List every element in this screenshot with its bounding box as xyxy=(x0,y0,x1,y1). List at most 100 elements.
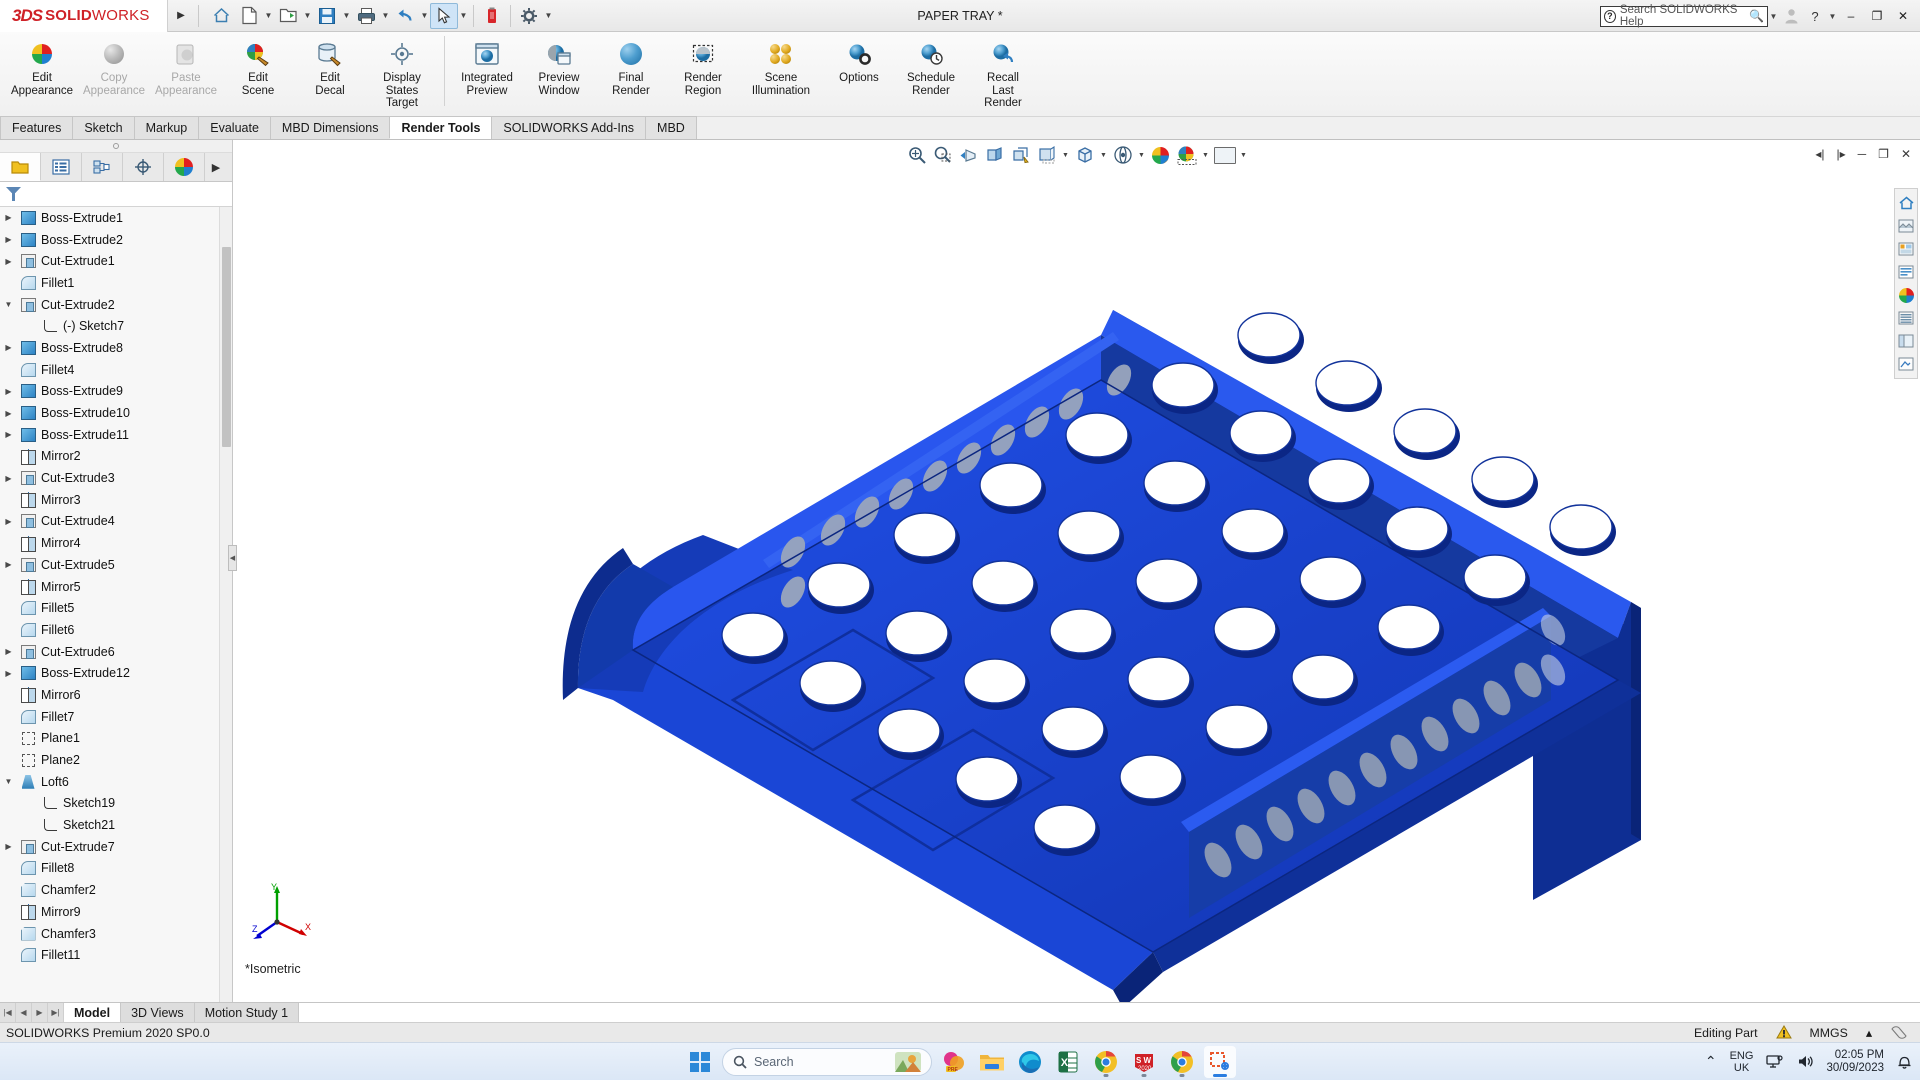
feature-tree-item[interactable]: ▶ Boss-Extrude10 xyxy=(0,402,232,424)
command-tab-solidworks-add-ins[interactable]: SOLIDWORKS Add-Ins xyxy=(491,116,647,139)
feature-tree-item[interactable]: ▶ Cut-Extrude3 xyxy=(0,467,232,489)
feature-tree-item[interactable]: Mirror5 xyxy=(0,576,232,598)
command-tab-sketch[interactable]: Sketch xyxy=(72,116,135,139)
configuration-manager-tab[interactable] xyxy=(82,153,123,181)
feature-tree-scrollbar[interactable] xyxy=(219,207,232,1002)
units-label[interactable]: MMGS xyxy=(1810,1026,1848,1040)
command-tab-mbd[interactable]: MBD xyxy=(645,116,697,139)
ribbon-button-copy-appearance[interactable]: Copy Appearance xyxy=(78,32,150,97)
prev-tab-button[interactable]: ◀ xyxy=(16,1003,32,1022)
units-dropdown-icon[interactable]: ▴ xyxy=(1866,1026,1872,1040)
tree-tabs-overflow-icon[interactable]: ▶ xyxy=(205,153,227,181)
feature-tree-item[interactable]: Chamfer3 xyxy=(0,923,232,945)
help-search-input[interactable]: ? Search SOLIDWORKS Help 🔍 xyxy=(1600,4,1768,28)
feature-tree-item[interactable]: Sketch21 xyxy=(0,814,232,836)
feature-tree-item[interactable]: Fillet8 xyxy=(0,858,232,880)
command-tab-markup[interactable]: Markup xyxy=(133,116,200,139)
expand-arrow-icon[interactable]: ▶ xyxy=(0,257,17,266)
options-gear-icon[interactable] xyxy=(515,3,543,29)
feature-tree-item[interactable]: ▶ Boss-Extrude9 xyxy=(0,381,232,403)
paper-tray-3d-model[interactable] xyxy=(233,140,1920,1002)
taskbar-app-microsoft-edge[interactable] xyxy=(1014,1046,1046,1078)
feature-tree-item[interactable]: ▶ Boss-Extrude11 xyxy=(0,424,232,446)
ribbon-button-schedule-render[interactable]: Schedule Render xyxy=(895,32,967,97)
next-tab-button[interactable]: ▶ xyxy=(32,1003,48,1022)
expand-arrow-icon[interactable]: ▶ xyxy=(0,430,17,439)
graphics-area[interactable]: ▼ ▼ ▼ ▼ ▼ ◂| |▸ ─ ❐ ✕ Y X Z *Isometric xyxy=(233,140,1920,1002)
taskbar-app-excel[interactable]: X xyxy=(1052,1046,1084,1078)
feature-tree-item[interactable]: Mirror2 xyxy=(0,446,232,468)
taskbar-app-file-explorer[interactable] xyxy=(976,1046,1008,1078)
command-tab-evaluate[interactable]: Evaluate xyxy=(198,116,271,139)
expand-arrow-icon[interactable]: ▶ xyxy=(0,409,17,418)
expand-arrow-icon[interactable]: ▶ xyxy=(0,474,17,483)
restore-button[interactable]: ❐ xyxy=(1864,2,1890,30)
help-search-dropdown-icon[interactable]: ▼ xyxy=(1768,3,1779,29)
command-tab-mbd-dimensions[interactable]: MBD Dimensions xyxy=(269,116,391,139)
new-document-dropdown-icon[interactable]: ▼ xyxy=(263,3,274,29)
expand-arrow-icon[interactable]: ▶ xyxy=(0,842,17,851)
volume-icon[interactable] xyxy=(1797,1054,1814,1069)
scrollbar-thumb[interactable] xyxy=(222,247,231,447)
feature-tree-item[interactable]: ▶ Cut-Extrude7 xyxy=(0,836,232,858)
help-icon[interactable]: ? xyxy=(1803,3,1827,29)
feature-tree-item[interactable]: ▶ Cut-Extrude6 xyxy=(0,641,232,663)
feature-tree-item[interactable]: ▶ Boss-Extrude12 xyxy=(0,662,232,684)
ribbon-button-render-options[interactable]: Options xyxy=(823,32,895,85)
ribbon-button-display-states-target[interactable]: Display States Target xyxy=(366,32,438,110)
save-icon[interactable] xyxy=(313,3,341,29)
solidworks-logo[interactable]: 3DS SOLIDWORKS xyxy=(0,0,168,32)
feature-tree-filter[interactable] xyxy=(0,182,232,207)
new-document-icon[interactable] xyxy=(235,3,263,29)
notifications-bell-icon[interactable] xyxy=(1897,1054,1912,1070)
feature-tree-item[interactable]: ▶ Boss-Extrude8 xyxy=(0,337,232,359)
feature-tree-item[interactable]: (-) Sketch7 xyxy=(0,315,232,337)
taskbar-app-solidworks-2020[interactable]: S W 2020 xyxy=(1128,1046,1160,1078)
ribbon-button-recall-last-render[interactable]: Recall Last Render xyxy=(967,32,1039,110)
expand-arrow-icon[interactable]: ▶ xyxy=(0,560,17,569)
close-button[interactable]: ✕ xyxy=(1890,2,1916,30)
feature-tree-item[interactable]: Plane2 xyxy=(0,749,232,771)
tab-3d-views[interactable]: 3D Views xyxy=(121,1003,195,1022)
taskbar-app-photos[interactable]: PRE xyxy=(938,1046,970,1078)
expand-arrow-icon[interactable]: ▶ xyxy=(0,647,17,656)
feature-tree-item[interactable]: ▶ Cut-Extrude5 xyxy=(0,554,232,576)
network-icon[interactable] xyxy=(1766,1054,1784,1069)
dimxpert-manager-tab[interactable] xyxy=(123,153,164,181)
undo-icon[interactable] xyxy=(391,3,419,29)
feature-tree-item[interactable]: Mirror6 xyxy=(0,684,232,706)
undo-dropdown-icon[interactable]: ▼ xyxy=(419,3,430,29)
command-tab-features[interactable]: Features xyxy=(0,116,74,139)
open-document-icon[interactable] xyxy=(274,3,302,29)
clock[interactable]: 02:05 PM 30/09/2023 xyxy=(1826,1049,1884,1075)
collapse-arrow-icon[interactable]: ▼ xyxy=(0,300,17,309)
feature-tree-item[interactable]: ▼ Loft6 xyxy=(0,771,232,793)
taskbar-app-google-chrome[interactable] xyxy=(1090,1046,1122,1078)
display-manager-tab[interactable] xyxy=(164,153,205,181)
select-dropdown-icon[interactable]: ▼ xyxy=(458,3,469,29)
expand-arrow-icon[interactable]: ▶ xyxy=(0,517,17,526)
ribbon-button-preview-window[interactable]: Preview Window xyxy=(523,32,595,97)
menu-expand-arrow-icon[interactable]: ▶ xyxy=(168,0,194,32)
ribbon-button-integrated-preview[interactable]: Integrated Preview xyxy=(451,32,523,97)
language-indicator[interactable]: ENG UK xyxy=(1730,1050,1754,1074)
feature-tree-item[interactable]: Mirror4 xyxy=(0,532,232,554)
expand-arrow-icon[interactable]: ▶ xyxy=(0,669,17,678)
feature-tree-item[interactable]: Mirror3 xyxy=(0,489,232,511)
help-dropdown-icon[interactable]: ▼ xyxy=(1827,3,1838,29)
feature-tree-item[interactable]: Fillet7 xyxy=(0,706,232,728)
expand-arrow-icon[interactable]: ▶ xyxy=(0,213,17,222)
first-tab-button[interactable]: |◀ xyxy=(0,1003,16,1022)
document-properties-icon[interactable] xyxy=(1890,1025,1908,1040)
start-button[interactable] xyxy=(684,1046,716,1078)
minimize-button[interactable]: – xyxy=(1838,2,1864,30)
tab-model[interactable]: Model xyxy=(64,1003,122,1022)
feature-tree-item[interactable]: Sketch19 xyxy=(0,793,232,815)
taskbar-app-google-chrome-2[interactable] xyxy=(1166,1046,1198,1078)
home-icon[interactable] xyxy=(207,3,235,29)
expand-arrow-icon[interactable]: ▶ xyxy=(0,387,17,396)
open-document-dropdown-icon[interactable]: ▼ xyxy=(302,3,313,29)
panel-collapse-handle[interactable]: ◀ xyxy=(228,545,237,571)
feature-manager-tab[interactable] xyxy=(0,153,41,181)
last-tab-button[interactable]: ▶| xyxy=(48,1003,64,1022)
